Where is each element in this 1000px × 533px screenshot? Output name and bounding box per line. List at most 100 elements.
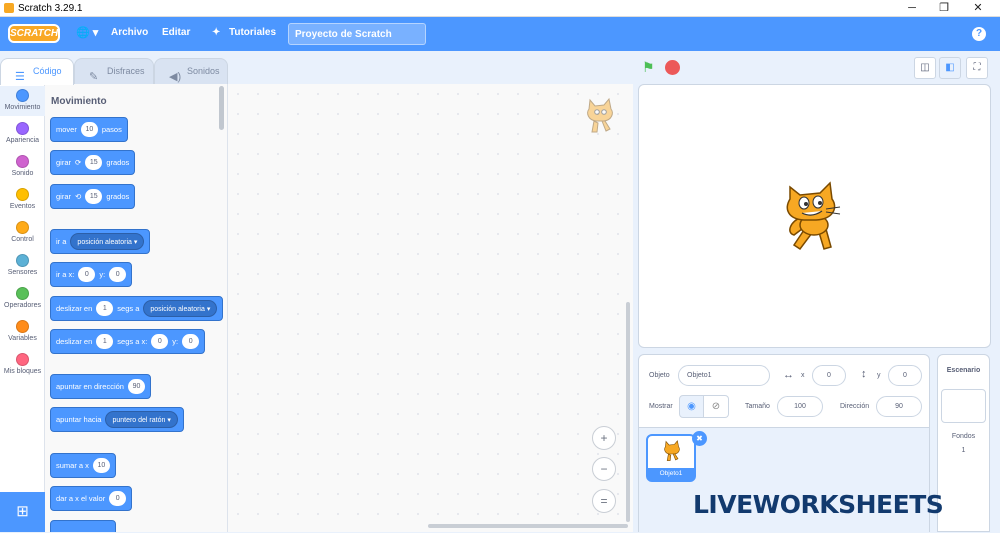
menu-tutorials[interactable]: Tutoriales [229, 27, 276, 38]
trash-icon[interactable]: ✖ [692, 431, 707, 446]
y-input[interactable]: 0 [109, 267, 127, 282]
zoom-out-icon[interactable]: − [592, 457, 616, 481]
fullscreen-icon[interactable]: ⛶ [966, 57, 988, 79]
language-menu[interactable]: 🌐 ▾ [76, 26, 98, 39]
workspace-vertical-scrollbar[interactable] [626, 302, 630, 522]
help-icon[interactable]: ? [972, 27, 986, 41]
block-text: apuntar hacia [56, 415, 102, 424]
sprite-name-input[interactable]: Objeto1 [678, 365, 770, 386]
block-glide-to[interactable]: deslizar en 1 segs a posición aleatoria … [50, 296, 224, 321]
tab-costumes[interactable]: ✎ Disfraces [74, 58, 154, 85]
backdrops-label: Fondos [951, 433, 976, 440]
block-turn-right[interactable]: girar ⟳ 15 grados [50, 150, 136, 175]
x-value-input[interactable]: 0 [109, 491, 127, 506]
block-text: pasos [101, 125, 122, 134]
block-point-in-direction[interactable]: apuntar en dirección 90 [50, 374, 151, 399]
y-position-input[interactable]: 0 [888, 365, 922, 386]
target-dropdown[interactable]: posición aleatoria ▾ [70, 233, 145, 250]
x-arrows-icon: ↔ [783, 369, 794, 381]
menu-edit[interactable]: Editar [162, 27, 190, 38]
stage-selector[interactable]: Escenario Fondos 1 [937, 354, 990, 532]
block-turn-left[interactable]: girar ⟲ 15 grados [50, 184, 136, 209]
palette-scrollbar[interactable] [219, 86, 224, 130]
rotate-right-icon: ⟳ [75, 158, 82, 167]
category-dot-icon [16, 155, 29, 168]
stage-selector-title: Escenario [946, 367, 981, 374]
category-dot-icon [16, 287, 29, 300]
block-text: ir a [56, 237, 67, 246]
category-operadores[interactable]: Operadores [0, 287, 45, 309]
category-variables[interactable]: Variables [0, 320, 45, 342]
steps-input[interactable]: 10 [80, 122, 98, 137]
x-change-input[interactable]: 10 [92, 458, 110, 473]
category-apariencia[interactable]: Apariencia [0, 122, 45, 144]
category-movimiento[interactable]: Movimiento [0, 89, 45, 111]
block-move-steps[interactable]: mover 10 pasos [50, 117, 128, 142]
zoom-reset-icon[interactable]: = [592, 489, 616, 513]
x-input[interactable]: 0 [78, 267, 96, 282]
block-point-towards[interactable]: apuntar hacia puntero del ratón ▾ [50, 407, 184, 432]
show-visible-icon[interactable]: ◉ [679, 395, 704, 418]
stage[interactable] [638, 84, 991, 348]
tab-code[interactable]: ☰ Código [0, 58, 74, 85]
show-label: Mostrar [649, 403, 673, 410]
category-sonido[interactable]: Sonido [0, 155, 45, 177]
code-icon: ☰ [15, 71, 25, 83]
category-label: Apariencia [5, 137, 40, 144]
category-control[interactable]: Control [0, 221, 45, 243]
project-title-input[interactable]: Proyecto de Scratch [288, 23, 426, 45]
block-partial[interactable] [50, 520, 116, 532]
workspace-horizontal-scrollbar[interactable] [428, 524, 628, 528]
x-position-input[interactable]: 0 [812, 365, 846, 386]
y-input[interactable]: 0 [182, 334, 200, 349]
degrees-input[interactable]: 15 [85, 155, 103, 170]
hide-icon[interactable]: ⊘ [704, 395, 729, 418]
degrees-input[interactable]: 15 [85, 189, 103, 204]
sprite-thumbnail-name: Objeto1 [648, 468, 694, 480]
menu-file[interactable]: Archivo [111, 27, 148, 38]
category-dot-icon [16, 221, 29, 234]
block-glide-to-xy[interactable]: deslizar en 1 segs a x: 0 y: 0 [50, 329, 206, 354]
category-menu: Movimiento Apariencia Sonido Eventos Control… [0, 84, 45, 532]
scratch-logo[interactable]: SCRATCH [8, 24, 60, 43]
tab-code-label: Código [33, 66, 62, 76]
category-mis-bloques[interactable]: Mis bloques [0, 353, 45, 375]
stop-icon[interactable] [665, 60, 680, 75]
add-extension-button[interactable]: ⊞ [0, 492, 45, 532]
normal-stage-icon[interactable]: ◧ [939, 57, 961, 79]
direction-input[interactable]: 90 [876, 396, 922, 417]
tab-costumes-label: Disfraces [107, 66, 145, 76]
block-set-x[interactable]: dar a x el valor 0 [50, 486, 133, 511]
small-stage-icon[interactable]: ◫ [914, 57, 936, 79]
block-text: deslizar en [56, 304, 93, 313]
seconds-input[interactable]: 1 [96, 301, 114, 316]
block-text: apuntar en dirección [56, 382, 124, 391]
block-text: y: [99, 270, 106, 279]
size-input[interactable]: 100 [777, 396, 823, 417]
sprite-cat[interactable] [776, 177, 856, 257]
sprite-thumbnail[interactable]: Objeto1 ✖ [646, 431, 707, 482]
category-sensores[interactable]: Sensores [0, 254, 45, 276]
direction-input[interactable]: 90 [127, 379, 145, 394]
code-workspace[interactable] [228, 84, 633, 532]
scratch-app-icon [4, 3, 14, 13]
target-dropdown[interactable]: puntero del ratón ▾ [105, 411, 178, 428]
palette-heading: Movimiento [51, 96, 107, 107]
x-input[interactable]: 0 [151, 334, 169, 349]
zoom-in-icon[interactable]: + [592, 426, 616, 450]
maximize-button[interactable]: ❐ [928, 0, 960, 17]
minimize-button[interactable]: ─ [896, 0, 928, 17]
category-label: Operadores [4, 302, 41, 309]
target-dropdown[interactable]: posición aleatoria ▾ [143, 300, 218, 317]
seconds-input[interactable]: 1 [96, 334, 114, 349]
category-eventos[interactable]: Eventos [0, 188, 45, 210]
category-label: Sonido [11, 170, 34, 177]
block-change-x[interactable]: sumar a x 10 [50, 453, 116, 478]
tab-sounds[interactable]: ◀) Sonidos [154, 58, 228, 85]
block-go-to-xy[interactable]: ir a x: 0 y: 0 [50, 262, 133, 287]
block-go-to[interactable]: ir a posición aleatoria ▾ [50, 229, 151, 254]
green-flag-icon[interactable]: ⚑ [642, 59, 655, 76]
backdrop-thumbnail[interactable] [941, 389, 986, 423]
close-button[interactable]: ✕ [962, 0, 994, 17]
block-text: deslizar en [56, 337, 93, 346]
